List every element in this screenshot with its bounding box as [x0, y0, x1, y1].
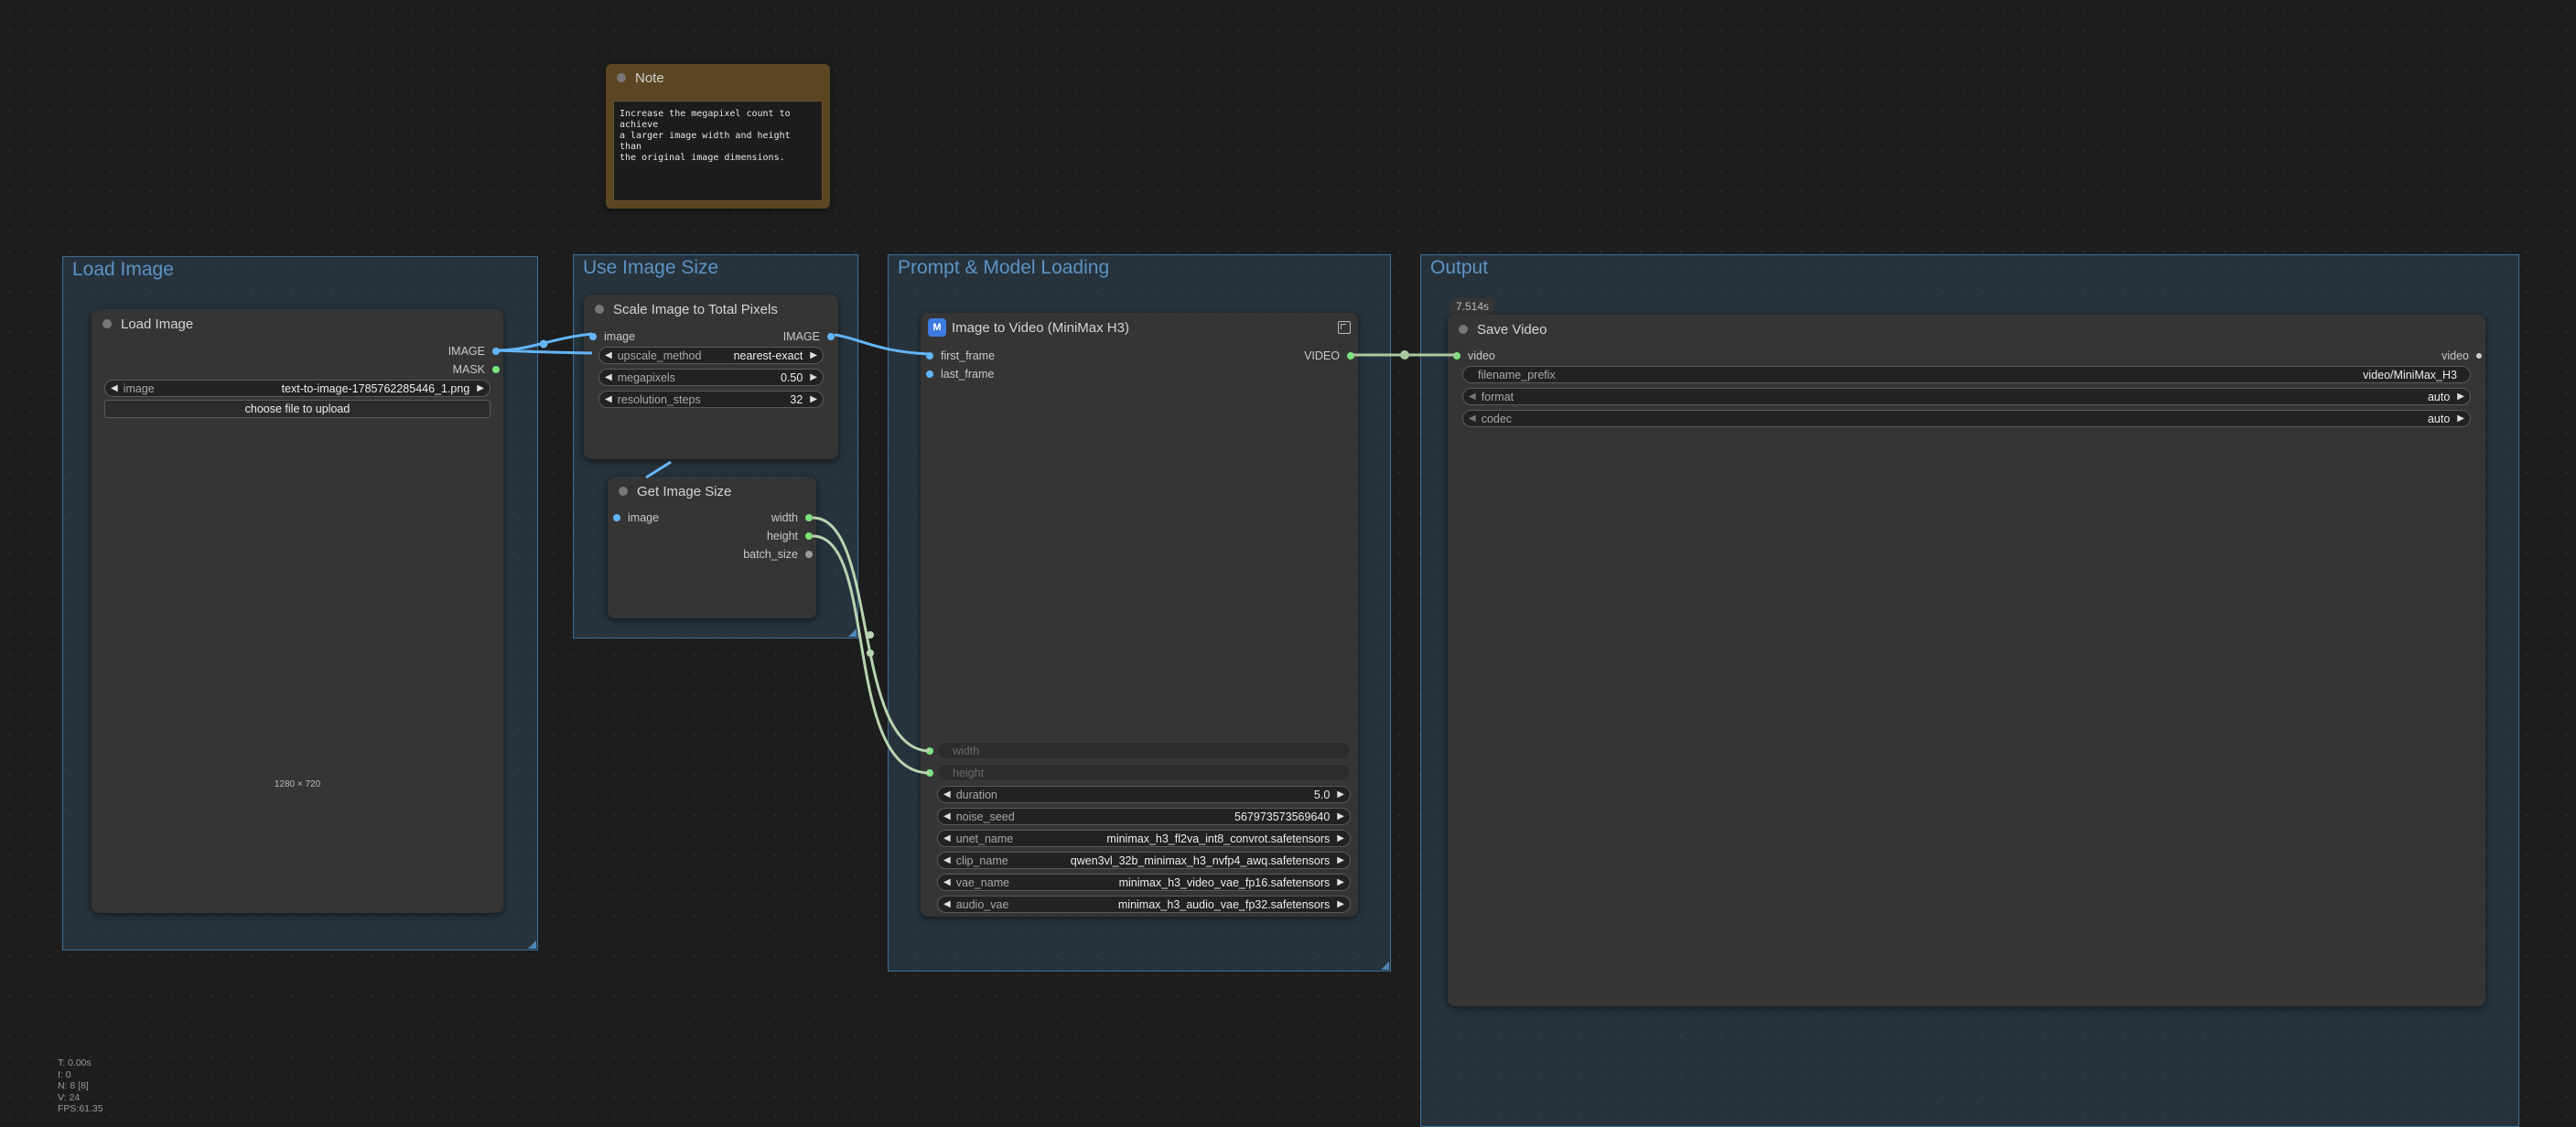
- link-load-to-getsize[interactable]: [495, 349, 593, 355]
- link-reroute-dot[interactable]: [539, 339, 548, 349]
- link-midpoint-dot[interactable]: [867, 631, 874, 639]
- link-scale-to-getsize[interactable]: [645, 460, 672, 479]
- stat-vertices: V: 24: [58, 1091, 81, 1103]
- stat-fps: FPS:61.35: [58, 1103, 103, 1114]
- render-stats: T: 0.00s I: 0 N: 8 [8] V: 24 FPS:61.35: [58, 1057, 103, 1115]
- link-midpoint-dot[interactable]: [1400, 350, 1409, 360]
- stat-time: T: 0.00s: [58, 1057, 92, 1068]
- link-midpoint-dot[interactable]: [867, 649, 874, 657]
- link-layer: [495, 332, 1457, 775]
- stat-iterations: I: 0: [58, 1068, 71, 1080]
- link-scale-to-i2v[interactable]: [834, 333, 931, 356]
- stat-nodes: N: 8 [8]: [58, 1080, 89, 1091]
- graph-canvas[interactable]: Load Image Use Image Size Prompt & Model…: [0, 0, 2576, 1127]
